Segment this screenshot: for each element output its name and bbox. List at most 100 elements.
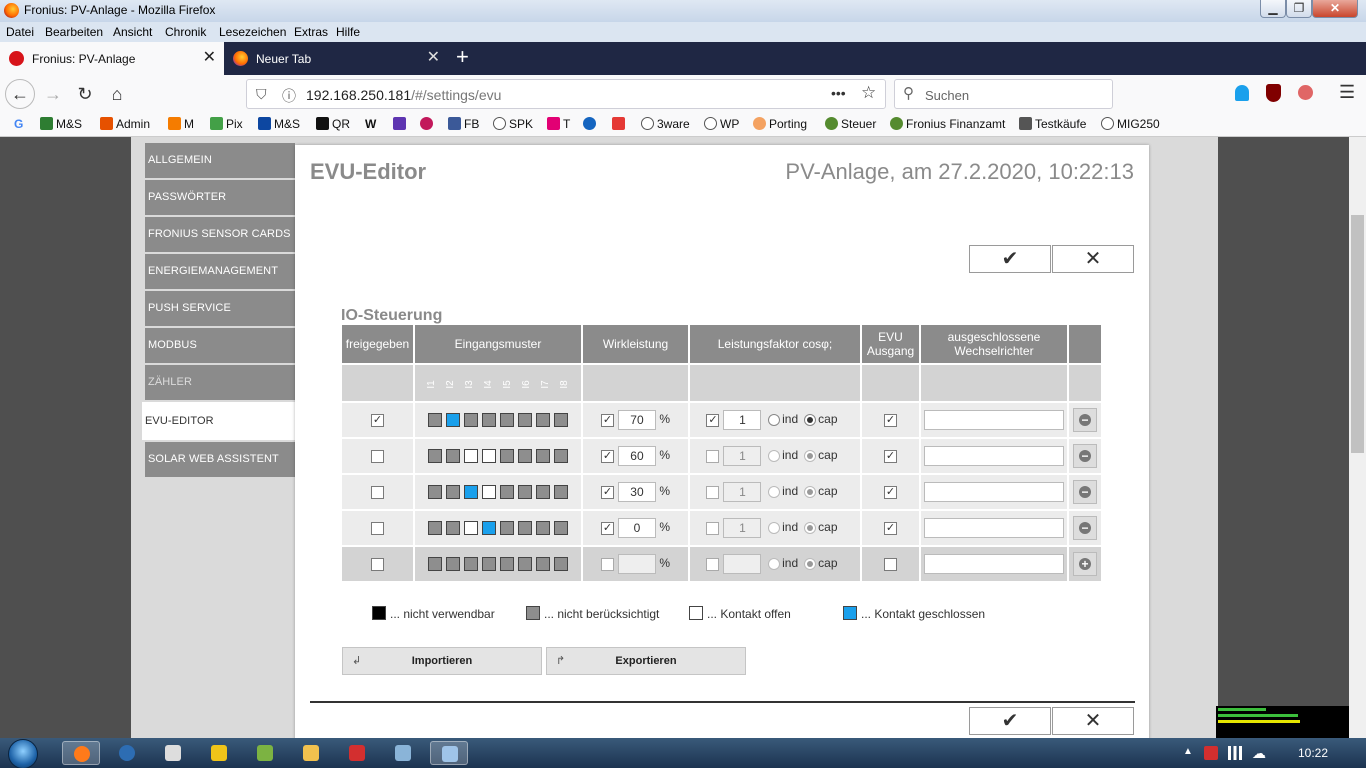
bookmark-fb[interactable]: FB [448, 117, 479, 131]
home-icon[interactable]: ⌂ [102, 79, 132, 109]
bookmark-ms-f[interactable]: M&S [258, 117, 300, 131]
input-pattern-square[interactable] [536, 449, 550, 464]
bookmark-spk[interactable]: SPK [493, 117, 533, 131]
tray-expand-icon[interactable]: ▲ [1183, 746, 1193, 757]
bookmark-youtube[interactable] [612, 117, 628, 131]
input-pattern-square[interactable] [518, 521, 532, 536]
power-checkbox[interactable] [600, 557, 614, 571]
sidebar-item-zaehler[interactable]: ZÄHLER [145, 365, 295, 400]
bookmark-admin[interactable]: Admin [100, 117, 150, 131]
taskbar-clock[interactable]: 10:22 [1298, 746, 1328, 760]
evu-output-checkbox[interactable]: ✓ [884, 414, 897, 428]
input-pattern-square[interactable] [464, 413, 478, 428]
input-pattern-square[interactable] [482, 521, 496, 536]
input-pattern-square[interactable] [446, 413, 460, 428]
cosphi-input[interactable] [723, 554, 762, 574]
input-pattern-square[interactable] [464, 557, 478, 572]
input-pattern-square[interactable] [428, 413, 442, 428]
ind-radio[interactable] [768, 522, 781, 534]
sidebar-item-allgemein[interactable]: ALLGEMEIN [145, 143, 295, 178]
input-pattern-square[interactable] [554, 413, 568, 428]
input-pattern-square[interactable] [428, 521, 442, 536]
close-window-button[interactable]: ✕ [1312, 0, 1358, 18]
add-row-button[interactable]: + [1073, 552, 1097, 576]
excluded-inverters-input[interactable] [924, 518, 1064, 538]
bookmark-m[interactable]: M [168, 117, 194, 131]
cosphi-checkbox[interactable] [706, 485, 720, 499]
input-pattern-square[interactable] [536, 485, 550, 500]
cosphi-input[interactable]: 1 [723, 482, 762, 502]
search-input[interactable]: ⚲ Suchen [894, 79, 1113, 109]
bookmark-wikipedia[interactable]: W [365, 117, 376, 131]
maximize-button[interactable]: ❐ [1286, 0, 1312, 18]
input-pattern-square[interactable] [554, 485, 568, 500]
input-pattern-square[interactable] [554, 557, 568, 572]
url-bar[interactable]: ⛉ ⓘ 192.168.250.181/#/settings/evu ••• ☆ [246, 79, 886, 109]
input-pattern-square[interactable] [428, 557, 442, 572]
menu-ansicht[interactable]: Ansicht [113, 25, 152, 39]
input-pattern-square[interactable] [482, 485, 496, 500]
power-checkbox[interactable]: ✓ [600, 413, 614, 427]
sidebar-item-solar-web-assistent[interactable]: SOLAR WEB ASSISTENT [145, 442, 295, 477]
ind-radio[interactable] [768, 414, 781, 426]
bookmark-telekom[interactable]: T [547, 117, 570, 131]
menu-hilfe[interactable]: Hilfe [336, 25, 360, 39]
input-pattern-square[interactable] [518, 449, 532, 464]
input-pattern-square[interactable] [464, 485, 478, 500]
taskbar-app[interactable] [246, 741, 284, 765]
bookmark-wp[interactable]: WP [704, 117, 739, 131]
bookmark-ms-home[interactable]: M&S [40, 117, 82, 131]
taskbar-app[interactable] [200, 741, 238, 765]
input-pattern-square[interactable] [482, 449, 496, 464]
bookmark-testkaeufe[interactable]: Testkäufe [1019, 117, 1086, 131]
tray-app-icon[interactable] [1204, 746, 1218, 760]
export-button[interactable]: ↱ Exportieren [546, 647, 746, 675]
input-pattern-square[interactable] [536, 413, 550, 428]
input-pattern-square[interactable] [446, 557, 460, 572]
menu-extras[interactable]: Extras [294, 25, 328, 39]
input-pattern-square[interactable] [554, 521, 568, 536]
power-input[interactable] [617, 554, 656, 574]
cancel-button[interactable]: ✕ [1052, 245, 1134, 273]
input-pattern-square[interactable] [500, 557, 514, 572]
power-input[interactable]: 70 [617, 410, 656, 430]
input-pattern-square[interactable] [500, 413, 514, 428]
bookmark-bag[interactable] [393, 117, 409, 131]
taskbar-acrobat[interactable] [338, 741, 376, 765]
cosphi-checkbox[interactable] [706, 521, 720, 535]
enabled-checkbox[interactable] [371, 522, 384, 536]
input-pattern-square[interactable] [464, 521, 478, 536]
power-checkbox[interactable]: ✓ [600, 485, 614, 499]
menu-datei[interactable]: Datei [6, 25, 34, 39]
cancel-button-bottom[interactable]: ✕ [1052, 707, 1134, 735]
cap-radio[interactable] [804, 414, 817, 426]
power-input[interactable]: 60 [617, 446, 656, 466]
evu-output-checkbox[interactable]: ✓ [884, 522, 897, 536]
sidebar-item-energiemanagement[interactable]: ENERGIEMANAGEMENT [145, 254, 295, 289]
bookmark-3ware[interactable]: 3ware [641, 117, 690, 131]
tracking-shield-icon[interactable]: ⛉ [256, 86, 267, 103]
tab-new[interactable]: Neuer Tab ✕ [224, 42, 448, 75]
sidebar-item-evu-editor[interactable]: EVU-EDITOR [142, 402, 307, 440]
evu-output-checkbox[interactable]: ✓ [884, 450, 897, 464]
power-checkbox[interactable]: ✓ [600, 521, 614, 535]
bookmark-google[interactable]: G [14, 117, 23, 131]
input-pattern-square[interactable] [518, 413, 532, 428]
menu-chronik[interactable]: Chronik [165, 25, 206, 39]
excluded-inverters-input[interactable] [924, 482, 1064, 502]
input-pattern-square[interactable] [500, 521, 514, 536]
enabled-checkbox[interactable] [371, 450, 384, 464]
evu-output-checkbox[interactable]: ✓ [884, 486, 897, 500]
input-pattern-square[interactable] [554, 449, 568, 464]
url-text[interactable]: 192.168.250.181/#/settings/evu [306, 87, 501, 103]
import-button[interactable]: ↲ Importieren [342, 647, 542, 675]
close-tab-icon[interactable]: ✕ [203, 50, 216, 66]
menu-bearbeiten[interactable]: Bearbeiten [45, 25, 103, 39]
sidebar-item-passwoerter[interactable]: PASSWÖRTER [145, 180, 295, 215]
input-pattern-square[interactable] [446, 521, 460, 536]
taskbar-remote[interactable] [430, 741, 468, 765]
input-pattern-square[interactable] [482, 413, 496, 428]
input-pattern-square[interactable] [464, 449, 478, 464]
enabled-checkbox[interactable] [371, 558, 384, 572]
bookmark-qr[interactable]: QR [316, 117, 350, 131]
